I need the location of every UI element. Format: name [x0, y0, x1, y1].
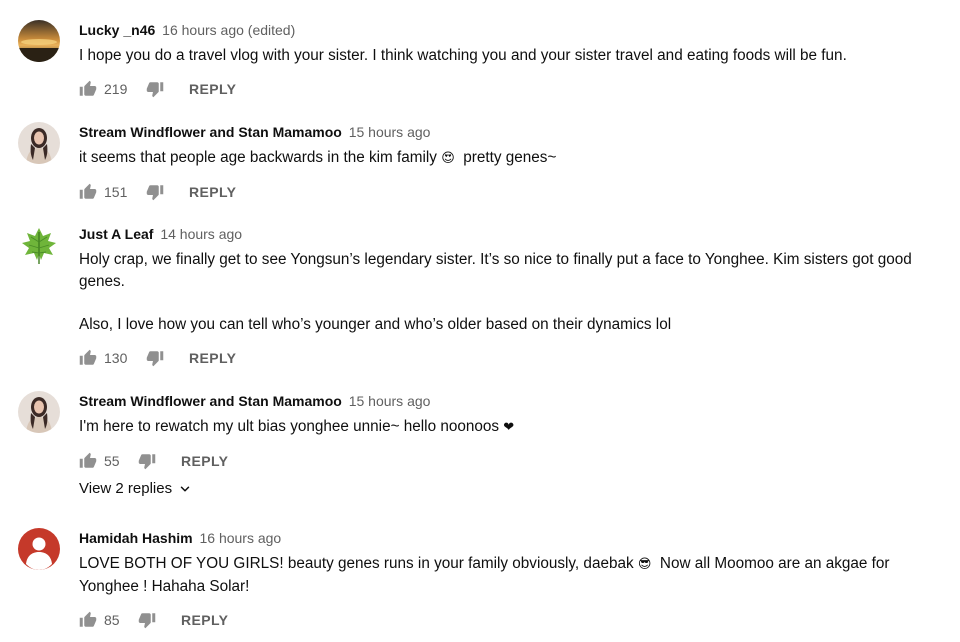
like-button[interactable] [79, 449, 97, 473]
comment-timestamp[interactable]: 14 hours ago [160, 226, 242, 242]
comment-paragraph: I hope you do a travel vlog with your si… [79, 47, 847, 64]
comment-text-start: it seems that people age backwards in th… [79, 149, 442, 166]
reply-button[interactable]: REPLY [181, 608, 228, 632]
like-count: 85 [104, 612, 120, 628]
comment-actions: 55 REPLY [79, 449, 949, 473]
comment-actions: 130 REPLY [79, 346, 949, 370]
comment-text: I hope you do a travel vlog with your si… [79, 45, 949, 67]
author-name[interactable]: Just A Leaf [79, 226, 153, 242]
like-button[interactable] [79, 77, 97, 101]
comment-text-start: LOVE BOTH OF YOU GIRLS! beauty genes run… [79, 555, 638, 572]
comment-actions: 85 REPLY [79, 608, 949, 632]
like-count: 151 [104, 184, 128, 200]
thumb-up-icon [79, 80, 97, 96]
sunglasses-emoji: 😎 [637, 557, 652, 572]
author-name[interactable]: Stream Windflower and Stan Mamamoo [79, 393, 342, 409]
comment-actions: 219 REPLY [79, 77, 949, 101]
comment-header: Stream Windflower and Stan Mamamoo 15 ho… [79, 122, 949, 142]
dislike-button[interactable] [146, 180, 164, 204]
comment-text: Holy crap, we finally get to see Yongsun… [79, 249, 949, 336]
avatar[interactable] [18, 20, 60, 62]
comment-paragraph: Also, I love how you can tell who’s youn… [79, 316, 672, 333]
author-name[interactable]: Hamidah Hashim [79, 530, 193, 546]
comment-header: Just A Leaf 14 hours ago [79, 224, 949, 244]
heart-eyes-emoji: 😍 [441, 151, 455, 166]
dislike-button[interactable] [138, 608, 156, 632]
reply-button[interactable]: REPLY [189, 180, 236, 204]
heart-emoji: ❤ [503, 420, 515, 435]
avatar[interactable] [18, 224, 60, 266]
thumb-up-icon [79, 611, 97, 627]
comment-text: LOVE BOTH OF YOU GIRLS! beauty genes run… [79, 553, 949, 598]
author-name[interactable]: Stream Windflower and Stan Mamamoo [79, 124, 342, 140]
reply-button[interactable]: REPLY [189, 346, 236, 370]
view-replies-button[interactable]: View 2 replies [79, 480, 192, 497]
like-count: 219 [104, 81, 128, 97]
comment-header: Hamidah Hashim 16 hours ago [79, 528, 949, 548]
chevron-down-icon [180, 485, 190, 492]
thumb-up-icon [79, 183, 97, 199]
thumb-down-icon [146, 185, 164, 201]
like-count: 55 [104, 453, 120, 469]
thumb-down-icon [138, 613, 156, 629]
like-button[interactable] [79, 180, 97, 204]
dislike-button[interactable] [146, 77, 164, 101]
avatar[interactable] [18, 528, 60, 570]
comment-text: it seems that people age backwards in th… [79, 147, 949, 170]
comment-paragraph: Holy crap, we finally get to see Yongsun… [79, 251, 912, 290]
reply-button[interactable]: REPLY [181, 449, 228, 473]
thumb-up-icon [79, 349, 97, 365]
comment-actions: 151 REPLY [79, 180, 949, 204]
avatar[interactable] [18, 391, 60, 433]
dislike-button[interactable] [146, 346, 164, 370]
avatar[interactable] [18, 122, 60, 164]
thumb-down-icon [138, 454, 156, 470]
comment-text: I'm here to rewatch my ult bias yonghee … [79, 416, 949, 439]
thumb-down-icon [146, 82, 164, 98]
comment-header: Stream Windflower and Stan Mamamoo 15 ho… [79, 391, 949, 411]
like-button[interactable] [79, 608, 97, 632]
view-replies-label: View 2 replies [79, 480, 173, 497]
author-name[interactable]: Lucky _n46 [79, 22, 155, 38]
reply-button[interactable]: REPLY [189, 77, 236, 101]
like-count: 130 [104, 350, 128, 366]
thumb-down-icon [146, 351, 164, 367]
comment-timestamp[interactable]: 16 hours ago [199, 530, 281, 546]
like-button[interactable] [79, 346, 97, 370]
comment-text-start: I'm here to rewatch my ult bias yonghee … [79, 418, 504, 435]
comment-timestamp[interactable]: 15 hours ago [349, 393, 431, 409]
comment-timestamp[interactable]: 16 hours ago (edited) [162, 22, 295, 38]
comment-header: Lucky _n46 16 hours ago (edited) [79, 20, 949, 40]
thumb-up-icon [79, 452, 97, 468]
dislike-button[interactable] [138, 449, 156, 473]
comment-text-end: pretty genes~ [454, 149, 557, 166]
comment-timestamp[interactable]: 15 hours ago [349, 124, 431, 140]
